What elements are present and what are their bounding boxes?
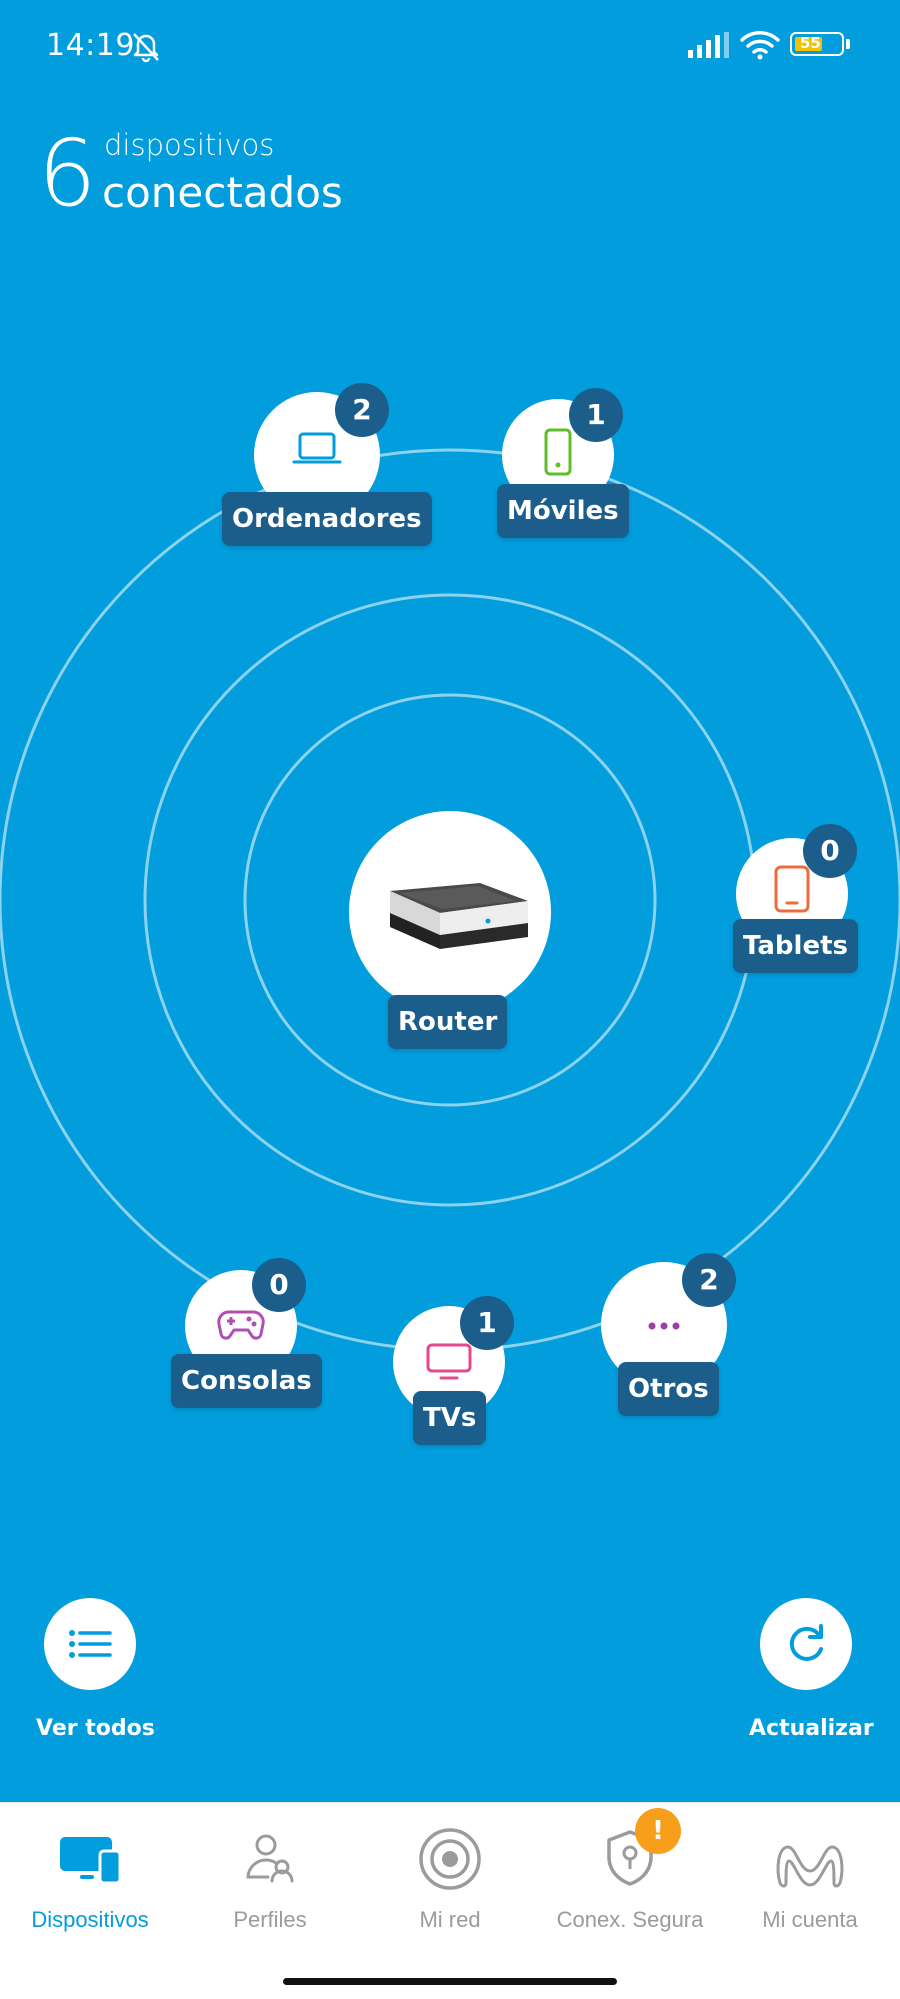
home-indicator[interactable] [283,1978,617,1985]
nav-dispositivos[interactable]: Dispositivos [0,1803,180,1953]
view-all-circle [44,1598,136,1690]
tablets-count-badge: 0 [803,824,857,878]
nav-mi-cuenta-label: Mi cuenta [762,1907,858,1932]
movistar-logo-icon [776,1845,844,1888]
otros-count-badge: 2 [682,1253,736,1307]
tablet-icon [774,865,810,913]
tablets-label: Tablets [733,919,858,973]
otros-label: Otros [618,1362,719,1416]
nav-mi-red[interactable]: Mi red [360,1803,540,1953]
router-label: Router [388,995,508,1049]
devices-map-screen: 14:19 55 6 dispositivos conectados Route… [0,0,900,1802]
router-circle [349,811,551,1013]
network-icon [419,1828,481,1890]
more-icon [648,1322,680,1330]
refresh-icon [789,1624,823,1661]
gamepad-icon [217,1310,265,1340]
laptop-icon [292,432,342,464]
ordenadores-count-badge: 2 [335,383,389,437]
moviles-count-badge: 1 [569,388,623,442]
devices-icon [60,1837,122,1885]
refresh-label: Actualizar [749,1716,874,1741]
router-icon [390,883,528,949]
nav-perfiles-label: Perfiles [233,1907,307,1932]
profiles-icon [246,1834,294,1883]
view-all-label: Ver todos [36,1716,155,1741]
conex-segura-alert-badge: ! [635,1808,681,1854]
tv-icon [426,1343,472,1380]
ordenadores-label: Ordenadores [222,492,432,546]
consolas-count-badge: 0 [252,1258,306,1312]
list-icon [69,1630,112,1658]
moviles-label: Móviles [497,484,629,538]
bottom-navigation: Dispositivos Perfiles Mi red ! Conex. Se… [0,1802,900,1999]
nav-conex-segura-label: Conex. Segura [556,1907,704,1932]
consolas-label: Consolas [171,1354,322,1408]
nav-mi-red-label: Mi red [419,1907,481,1932]
tvs-count-badge: 1 [460,1296,514,1350]
nav-conex-segura[interactable]: ! Conex. Segura [540,1803,720,1953]
tvs-label: TVs [413,1391,487,1445]
nav-mi-cuenta[interactable]: Mi cuenta [720,1803,900,1953]
refresh-circle [760,1598,852,1690]
nav-perfiles[interactable]: Perfiles [180,1803,360,1953]
phone-icon [544,428,572,476]
nav-dispositivos-label: Dispositivos [31,1907,149,1932]
